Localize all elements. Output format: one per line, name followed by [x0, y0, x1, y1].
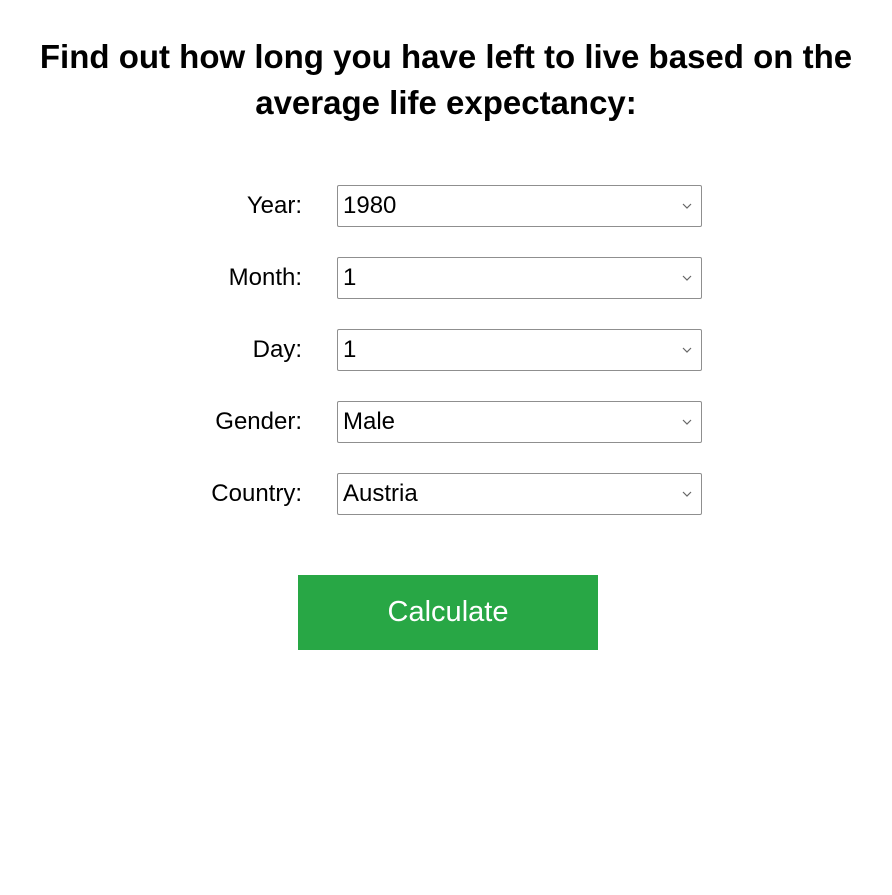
country-select-value: Austria — [343, 480, 418, 507]
country-select[interactable]: Austria — [337, 473, 702, 515]
form-row-month: Month: 1 — [0, 257, 892, 299]
year-label: Year: — [246, 192, 302, 219]
chevron-down-icon — [682, 275, 692, 281]
country-label: Country: — [211, 480, 302, 507]
page-title: Find out how long you have left to live … — [39, 38, 853, 121]
month-select[interactable]: 1 — [337, 257, 702, 299]
calculate-button[interactable]: Calculate — [298, 575, 598, 650]
chevron-down-icon — [682, 347, 692, 353]
year-select-value: 1980 — [343, 192, 397, 219]
month-label: Month: — [228, 264, 302, 291]
chevron-down-icon — [682, 203, 692, 209]
month-select-value: 1 — [343, 264, 357, 291]
form-row-gender: Gender: Male — [0, 401, 892, 443]
day-select-value: 1 — [343, 336, 357, 363]
gender-select-value: Male — [343, 408, 396, 435]
gender-select[interactable]: Male — [337, 401, 702, 443]
day-select[interactable]: 1 — [337, 329, 702, 371]
chevron-down-icon — [682, 491, 692, 497]
chevron-down-icon — [682, 419, 692, 425]
day-label: Day: — [252, 336, 302, 363]
gender-label: Gender: — [215, 408, 302, 435]
form-row-year: Year: 1980 — [0, 185, 892, 227]
form-row-country: Country: Austria — [0, 473, 892, 515]
form-row-day: Day: 1 — [0, 329, 892, 371]
year-select[interactable]: 1980 — [337, 185, 702, 227]
